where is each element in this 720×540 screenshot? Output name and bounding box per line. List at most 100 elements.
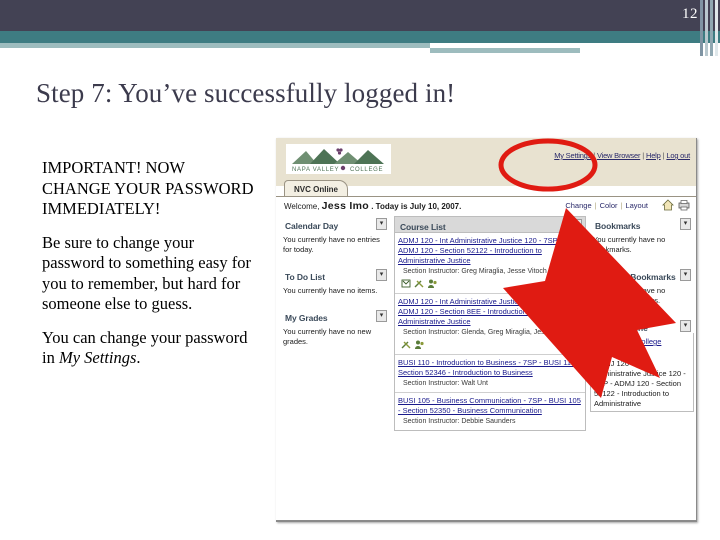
link-layout[interactable]: Layout [625,201,648,210]
print-icon[interactable] [678,199,690,211]
course-instructor: Section Instructor: Walt Unt [403,380,488,387]
portlet-header-campus-bookmarks: Campus Bookmarks ▾ [590,267,694,282]
welcome-icon-group [662,199,690,211]
body-text-block: IMPORTANT! NOW CHANGE YOUR PASSWORD IMME… [42,158,257,382]
welcome-customize-links: Change | Color | Layout [565,201,648,210]
portlet-body-whos-online: Napa Valley College (4) ADMJ 120 - Int A… [590,333,694,412]
link-my-settings[interactable]: My Settings [554,151,591,160]
course-list-item: ADMJ 120 - Int Administrative Justice 12… [395,233,585,294]
portlet-header-my-grades: My Grades ▾ [280,308,390,323]
portlet-title-to-do-list: To Do List [285,272,325,282]
portlet-header-course-list: Course List ▾ [394,216,586,233]
course-link[interactable]: ADMJ 120 - Int Administrative Justice 12… [398,236,582,266]
course-icon-group [398,339,582,350]
header-vertical-bar-4 [715,0,718,56]
whos-online-course: ADMJ 120 - Int Administrative Justice 12… [594,359,686,408]
portal-welcome-bar: Welcome, Jess Imo . Today is July 10, 20… [276,196,696,215]
course-instructor: Section Instructor: Greg Miraglia, Jesse… [403,268,547,275]
course-icon-group [398,278,582,289]
portal-middle-column: Course List ▾ ADMJ 120 - Int Administrat… [394,216,586,441]
portal-right-column: Bookmarks ▾ You currently have no bookma… [590,216,694,422]
course-list-item: BUSI 110 - Introduction to Business - 7S… [395,355,585,393]
portlet-title-my-grades: My Grades [285,313,328,323]
welcome-separator-1: | [594,201,597,210]
portlet-body-my-grades: You currently have no new grades. [283,327,372,346]
portlet-body-bookmarks: You currently have no bookmarks. [593,235,666,254]
group-icon[interactable] [427,278,438,289]
slide-header-band: 12 [0,0,720,56]
course-link[interactable]: BUSI 110 - Introduction to Business - 7S… [398,358,582,378]
header-stripe-white-lower [580,48,720,53]
course-link[interactable]: BUSI 105 - Business Communication - 7SP … [398,396,582,416]
portlet-title-campus-bookmarks: Campus Bookmarks [595,272,676,282]
minimize-icon[interactable]: ▾ [376,310,387,322]
header-stripe-left [0,43,430,48]
minimize-icon[interactable]: ▾ [571,219,582,231]
whos-online-count: (4) [594,347,604,356]
header-navy-bar [0,0,720,31]
welcome-separator-2: | [620,201,623,210]
portal-top-band: NAPA VALLEY COLLEGE My Settings | View Bro… [276,138,696,186]
portlet-body-campus-bookmarks: You currently have no campus bookmarks. [593,286,666,305]
body-paragraph-advice: Be sure to change your password to somet… [42,232,251,314]
tools-icon[interactable] [401,339,412,350]
minimize-icon[interactable]: ▾ [680,269,691,281]
header-vertical-bar-2 [705,0,708,56]
portlet-my-grades: My Grades ▾ You currently have no new gr… [280,308,390,349]
portal-content-area: Calendar Day ▾ You currently have no ent… [276,216,696,520]
portlet-bookmarks: Bookmarks ▾ You currently have no bookma… [590,216,694,257]
portlet-header-calendar-day: Calendar Day ▾ [280,216,390,231]
link-help[interactable]: Help [646,151,661,160]
portlet-title-course-list: Course List [400,222,446,232]
tab-nvc-online[interactable]: NVC Online [284,180,349,197]
my-settings-suffix: . [136,348,141,367]
portlet-course-list: Course List ▾ ADMJ 120 - Int Administrat… [394,216,586,431]
portlet-title-bookmarks: Bookmarks [595,221,641,231]
whos-online-group-link[interactable]: Napa Valley College [594,337,691,347]
link-separator-1: | [593,151,595,160]
welcome-prefix: Welcome, [284,202,320,211]
portlet-header-whos-online: Who's Online ▾ [590,318,694,333]
link-view-browser[interactable]: View Browser [597,151,641,160]
header-teal-bar [0,31,720,43]
link-color[interactable]: Color [600,201,618,210]
napa-valley-college-logo: NAPA VALLEY COLLEGE [286,144,391,174]
welcome-date: . Today is July 10, 2007. [371,202,462,211]
home-icon[interactable] [662,199,674,211]
portlet-to-do-list: To Do List ▾ You currently have no items… [280,267,390,298]
link-log-out[interactable]: Log out [666,151,690,160]
portal-top-links: My Settings | View Browser | Help | Log out [553,151,691,160]
minimize-icon[interactable]: ▾ [680,320,691,332]
portlet-whos-online: Who's Online ▾ Napa Valley College (4) A… [590,318,694,412]
welcome-username: Jess Imo [321,200,369,212]
course-list-item: BUSI 105 - Business Communication - 7SP … [395,393,585,430]
portal-screenshot-image: NAPA VALLEY COLLEGE My Settings | View Bro… [276,138,697,522]
header-vertical-bar-1 [700,0,703,56]
portlet-body-course-list: ADMJ 120 - Int Administrative Justice 12… [394,233,586,431]
course-list-item: ADMJ 120 - Int Administrative Justice 12… [395,294,585,355]
link-separator-3: | [662,151,665,160]
minimize-icon[interactable]: ▾ [680,218,691,230]
tools-icon[interactable] [414,278,425,289]
minimize-icon[interactable]: ▾ [376,269,387,281]
portlet-header-to-do-list: To Do List ▾ [280,267,390,282]
header-vertical-bar-3 [710,0,713,56]
minimize-icon[interactable]: ▾ [376,218,387,230]
group-icon[interactable] [414,339,425,350]
welcome-message: Welcome, Jess Imo . Today is July 10, 20… [284,200,461,212]
link-change[interactable]: Change [565,201,591,210]
portlet-title-calendar-day: Calendar Day [285,221,339,231]
body-paragraph-important: IMPORTANT! NOW CHANGE YOUR PASSWORD IMME… [42,158,254,218]
announcement-icon[interactable] [401,278,412,289]
svg-text:COLLEGE: COLLEGE [350,167,383,173]
portlet-calendar-day: Calendar Day ▾ You currently have no ent… [280,216,390,257]
body-paragraph-my-settings: You can change your password in My Setti… [42,328,257,369]
header-stripe-light [430,48,580,53]
link-separator-2: | [642,151,644,160]
my-settings-emphasis: My Settings [58,348,137,367]
course-instructor: Section Instructor: Debbie Saunders [403,418,516,425]
portlet-title-whos-online: Who's Online [595,323,648,333]
course-link[interactable]: ADMJ 120 - Int Administrative Justice 12… [398,297,582,327]
portlet-body-calendar-day: You currently have no entries for today. [283,235,380,254]
course-instructor: Section Instructor: Glenda, Greg Miragli… [403,329,576,336]
